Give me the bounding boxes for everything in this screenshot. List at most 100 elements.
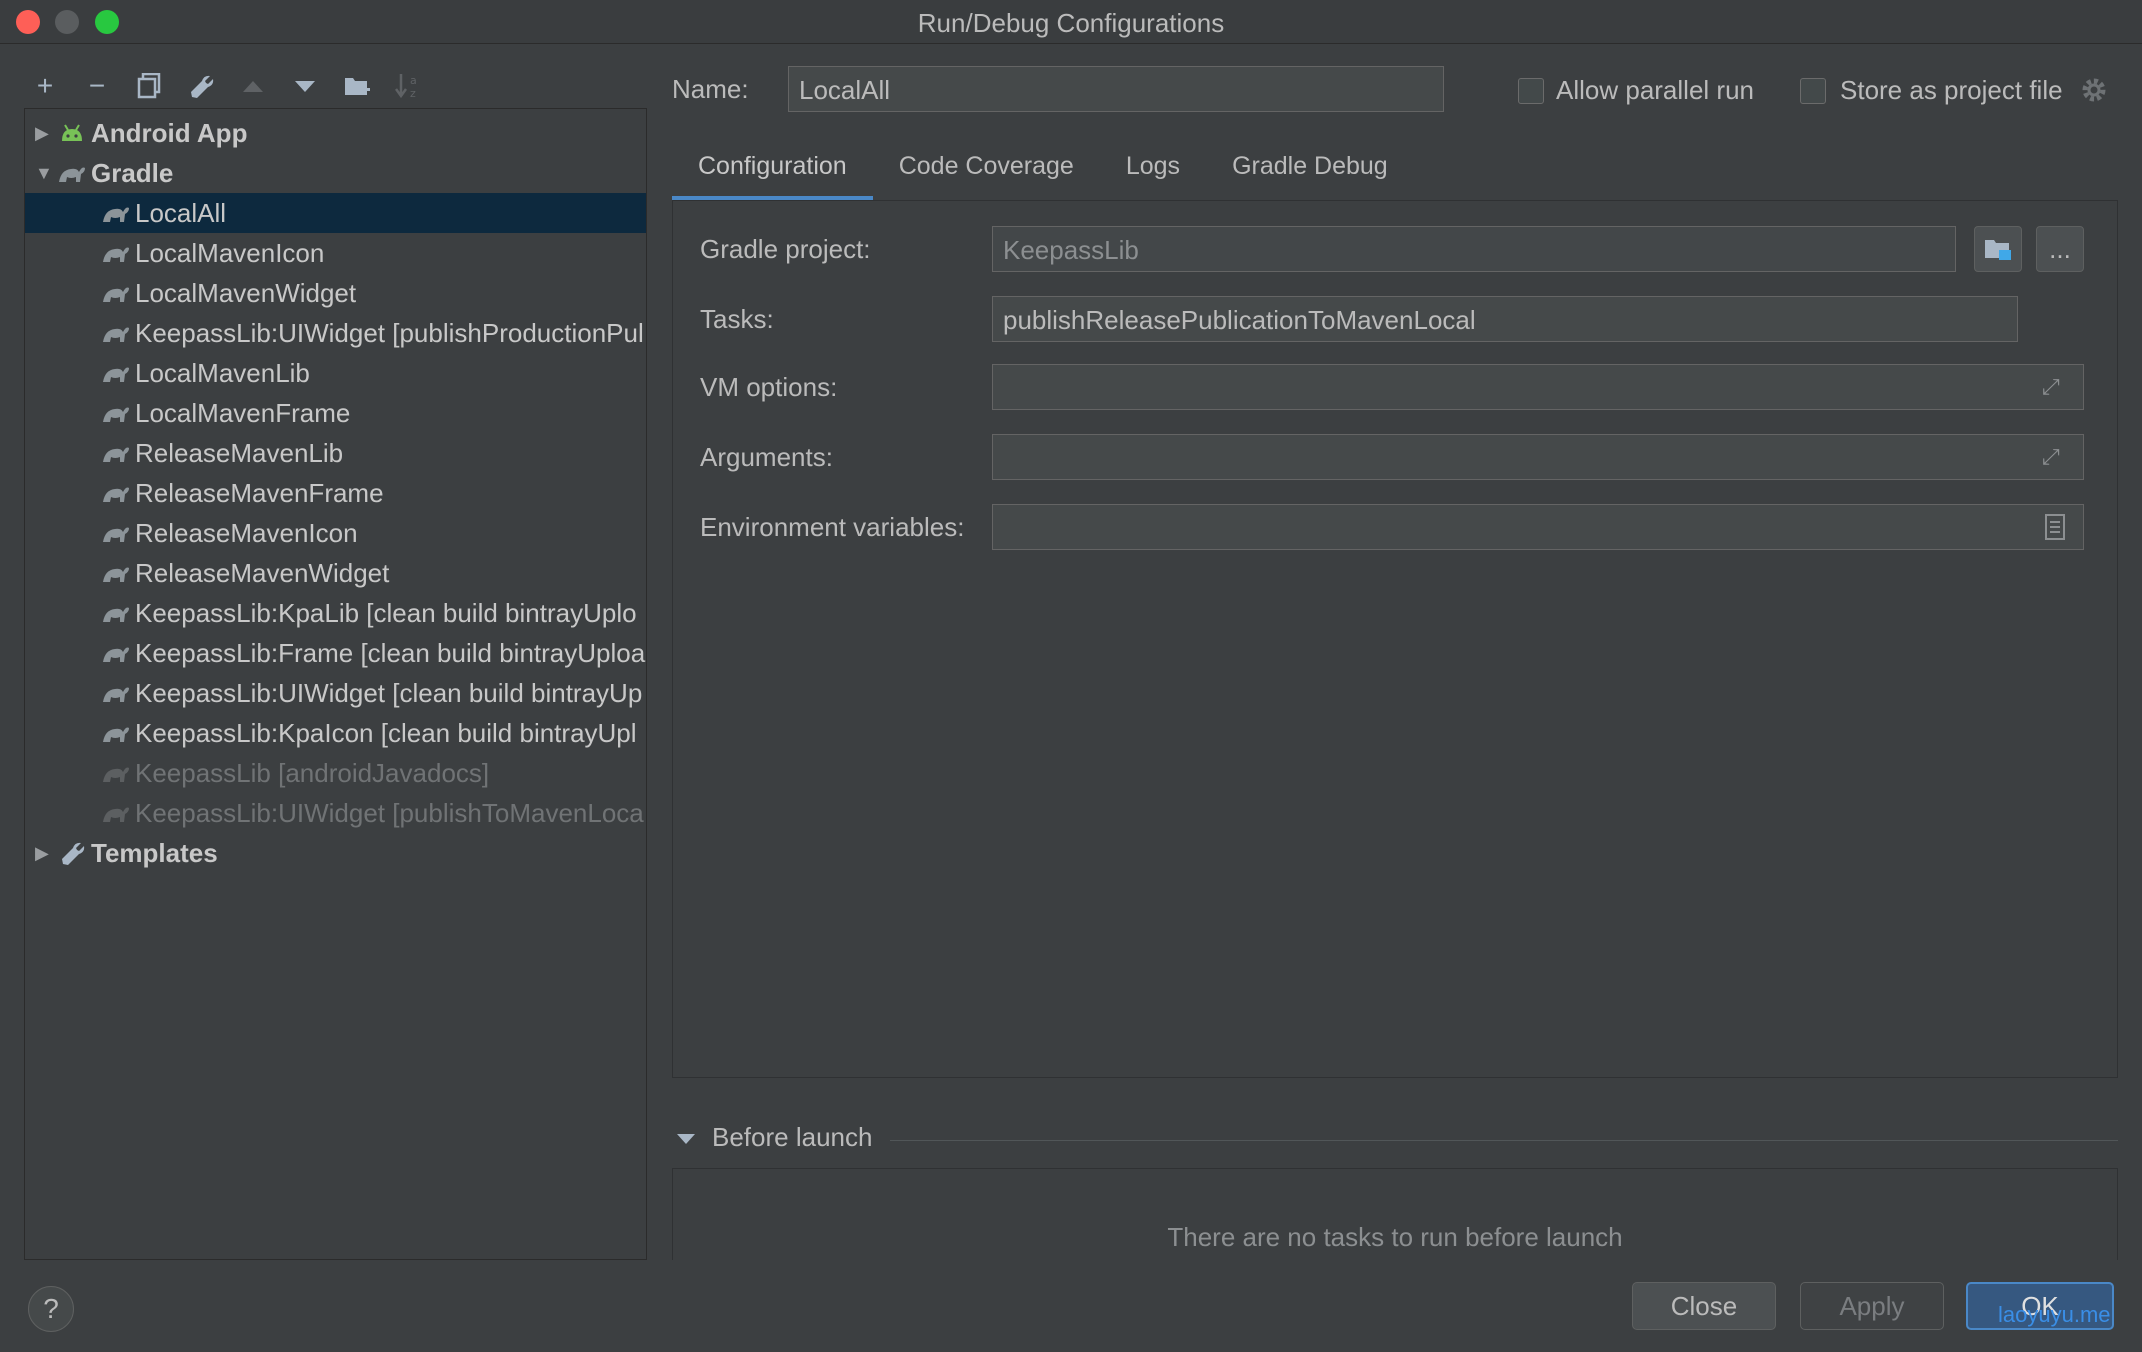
allow-parallel-label: Allow parallel run <box>1556 75 1754 105</box>
remove-icon[interactable]: − <box>82 70 112 101</box>
wrench-icon <box>57 839 87 867</box>
tree-item-gradle-config[interactable]: KeepassLib:KpaLib [clean build bintrayUp… <box>25 593 646 633</box>
copy-icon[interactable] <box>134 71 164 101</box>
arguments-input[interactable] <box>992 434 2084 480</box>
gradle-icon <box>57 159 87 187</box>
tree-item-label: KeepassLib [androidJavadocs] <box>135 757 490 788</box>
tree-node-label: Android App <box>91 117 248 148</box>
tree-item-label: KeepassLib:KpaLib [clean build bintrayUp… <box>135 597 637 628</box>
tree-item-gradle-config[interactable]: LocalMavenIcon <box>25 233 646 273</box>
gradle-project-label: Gradle project: <box>700 234 871 264</box>
arguments-label: Arguments: <box>700 442 833 472</box>
environment-variables-input[interactable] <box>992 504 2084 550</box>
collapse-arrow-icon[interactable] <box>676 1122 696 1153</box>
collapse-arrow-icon[interactable]: ▼ <box>35 163 53 184</box>
configuration-tree[interactable]: ▶ Android App ▼ Gradle LocalAll LocalMave… <box>24 108 647 1260</box>
tree-item-label: LocalMavenIcon <box>135 237 325 268</box>
tasks-input[interactable]: publishReleasePublicationToMavenLocal <box>992 296 2018 342</box>
gradle-icon <box>101 479 131 507</box>
tree-item-label: ReleaseMavenFrame <box>135 477 384 508</box>
tree-node-label: Gradle <box>91 157 174 188</box>
new-folder-icon[interactable] <box>342 71 372 101</box>
before-launch-empty-text: There are no tasks to run before launch <box>1167 1222 1623 1252</box>
wrench-icon[interactable] <box>186 71 216 101</box>
tree-item-label: LocalMavenWidget <box>135 277 357 308</box>
tree-item-gradle-config[interactable]: ReleaseMavenLib <box>25 433 646 473</box>
gradle-icon <box>101 559 131 587</box>
gradle-icon <box>101 679 131 707</box>
tab-code-coverage[interactable]: Code Coverage <box>873 140 1100 200</box>
gradle-icon <box>101 799 131 827</box>
tree-item-label: KeepassLib:Frame [clean build bintrayUpl… <box>135 637 646 668</box>
close-button[interactable]: Close <box>1632 1282 1776 1330</box>
allow-parallel-checkbox[interactable] <box>1518 78 1544 104</box>
gradle-icon <box>101 199 131 227</box>
divider <box>890 1140 2118 1141</box>
tree-item-gradle-config[interactable]: LocalMavenFrame <box>25 393 646 433</box>
tree-toolbar: + − az <box>30 66 424 106</box>
vm-options-label: VM options: <box>700 372 838 402</box>
tree-node-android-app[interactable]: ▶ Android App <box>25 113 646 153</box>
gradle-project-field[interactable]: KeepassLib <box>992 226 1956 272</box>
gradle-icon <box>101 719 131 747</box>
document-icon[interactable] <box>2044 514 2066 547</box>
expand-arrow-icon[interactable]: ▶ <box>35 843 51 864</box>
tree-item-gradle-config[interactable]: KeepassLib:KpaIcon [clean build bintrayU… <box>25 713 646 753</box>
store-project-checkbox[interactable] <box>1800 78 1826 104</box>
tree-item-label: LocalMavenLib <box>135 357 310 388</box>
expand-arrow-icon[interactable]: ▶ <box>35 123 51 144</box>
tree-node-gradle[interactable]: ▼ Gradle <box>25 153 646 193</box>
name-input[interactable]: LocalAll <box>788 66 1444 112</box>
tab-configuration[interactable]: Configuration <box>672 140 873 200</box>
gradle-icon <box>101 519 131 547</box>
tree-item-gradle-config[interactable]: KeepassLib:UIWidget [publishProductionPu… <box>25 313 646 353</box>
tab-logs[interactable]: Logs <box>1100 140 1206 200</box>
title-bar: Run/Debug Configurations <box>0 0 2142 44</box>
tree-item-gradle-config[interactable]: KeepassLib:UIWidget [publishToMavenLoca <box>25 793 646 833</box>
tree-item-label: LocalAll <box>135 197 227 228</box>
run-debug-dialog: Run/Debug Configurations + − az ▶ Androi… <box>0 0 2142 1352</box>
gradle-icon <box>101 359 131 387</box>
tree-item-gradle-config[interactable]: KeepassLib [androidJavadocs] <box>25 753 646 793</box>
apply-button[interactable]: Apply <box>1800 1282 1944 1330</box>
gradle-icon <box>101 439 131 467</box>
tree-item-label: ReleaseMavenIcon <box>135 517 358 548</box>
vm-options-input[interactable] <box>992 364 2084 410</box>
tree-item-label: LocalMavenFrame <box>135 397 351 428</box>
add-icon[interactable]: + <box>30 70 60 101</box>
svg-text:a: a <box>410 74 417 87</box>
sort-alphabetically-icon[interactable]: az <box>394 71 424 101</box>
tree-node-label: Templates <box>91 837 218 868</box>
before-launch-header[interactable]: Before launch <box>676 1122 872 1153</box>
tree-item-label: ReleaseMavenWidget <box>135 557 390 588</box>
android-icon <box>57 119 87 147</box>
help-button[interactable]: ? <box>28 1286 74 1332</box>
name-label: Name: <box>672 74 749 104</box>
more-options-button[interactable]: ... <box>2036 226 2084 272</box>
tree-node-templates[interactable]: ▶ Templates <box>25 833 646 873</box>
gradle-icon <box>101 759 131 787</box>
tree-item-gradle-config[interactable]: ReleaseMavenIcon <box>25 513 646 553</box>
watermark: laoyuyu.me <box>1998 1302 2111 1327</box>
environment-variables-label: Environment variables: <box>700 512 965 542</box>
move-up-icon[interactable] <box>238 71 268 101</box>
tree-item-gradle-config[interactable]: KeepassLib:Frame [clean build bintrayUpl… <box>25 633 646 673</box>
tree-item-gradle-config[interactable]: ReleaseMavenFrame <box>25 473 646 513</box>
browse-project-button[interactable] <box>1974 226 2022 272</box>
gradle-icon <box>101 239 131 267</box>
tree-item-gradle-config[interactable]: LocalMavenWidget <box>25 273 646 313</box>
tasks-label: Tasks: <box>700 304 774 334</box>
expand-icon[interactable]: ⤢ <box>2042 444 2060 470</box>
expand-icon[interactable]: ⤢ <box>2042 374 2060 400</box>
gear-icon[interactable] <box>2080 76 2108 111</box>
tree-item-gradle-config[interactable]: LocalMavenLib <box>25 353 646 393</box>
gradle-icon <box>101 639 131 667</box>
gradle-icon <box>101 599 131 627</box>
tab-gradle-debug[interactable]: Gradle Debug <box>1206 140 1414 200</box>
svg-text:z: z <box>410 87 416 100</box>
move-down-icon[interactable] <box>290 71 320 101</box>
tree-item-gradle-config[interactable]: LocalAll <box>25 193 646 233</box>
tree-item-gradle-config[interactable]: KeepassLib:UIWidget [clean build bintray… <box>25 673 646 713</box>
gradle-icon <box>101 279 131 307</box>
tree-item-gradle-config[interactable]: ReleaseMavenWidget <box>25 553 646 593</box>
